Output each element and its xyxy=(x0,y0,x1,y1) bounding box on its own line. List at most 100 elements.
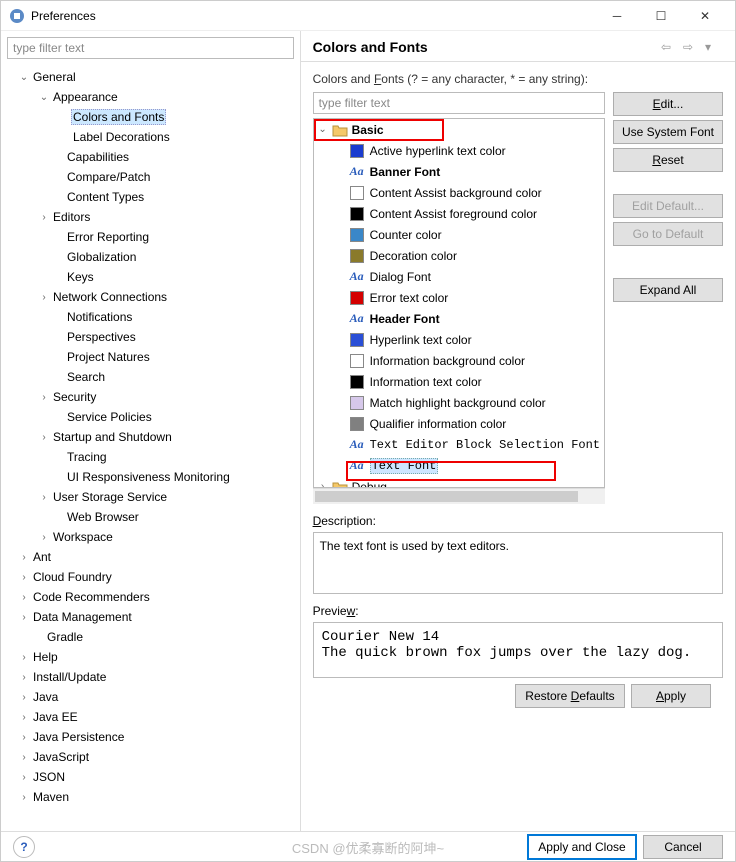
view-menu-icon[interactable]: ▾ xyxy=(705,40,723,54)
chevron-right-icon: › xyxy=(37,492,51,503)
tree-item[interactable]: ›Data Management xyxy=(1,607,300,627)
colors-fonts-item[interactable]: Information text color xyxy=(314,371,604,392)
tree-item-label: Security xyxy=(51,389,98,405)
apply-and-close-button[interactable]: Apply and Close xyxy=(527,834,637,860)
tree-item[interactable]: ›Java EE xyxy=(1,707,300,727)
color-swatch-icon xyxy=(350,333,364,347)
tree-item-label: Java xyxy=(31,689,60,705)
description-box: The text font is used by text editors. xyxy=(313,532,723,594)
tree-item[interactable]: Error Reporting xyxy=(1,227,300,247)
tree-item[interactable]: Search xyxy=(1,367,300,387)
tree-item[interactable]: ›Maven xyxy=(1,787,300,807)
tree-item-label: General xyxy=(31,69,78,85)
reset-button[interactable]: Reset xyxy=(613,148,723,172)
colors-fonts-item[interactable]: Active hyperlink text color xyxy=(314,140,604,161)
tree-item[interactable]: Project Natures xyxy=(1,347,300,367)
tree-item[interactable]: ›User Storage Service xyxy=(1,487,300,507)
colors-fonts-item[interactable]: ›Debug xyxy=(314,476,604,488)
tree-item[interactable]: ›Java xyxy=(1,687,300,707)
tree-item[interactable]: Keys xyxy=(1,267,300,287)
horizontal-scrollbar[interactable] xyxy=(313,488,605,504)
settings-pane: Colors and Fonts ⇦ ⇨ ▾ Colors and Fonts … xyxy=(301,31,735,831)
item-label: Content Assist background color xyxy=(370,186,542,200)
tree-item[interactable]: ›Workspace xyxy=(1,527,300,547)
color-swatch-icon xyxy=(350,375,364,389)
tree-item[interactable]: ›Editors xyxy=(1,207,300,227)
tree-item[interactable]: Capabilities xyxy=(1,147,300,167)
close-button[interactable]: ✕ xyxy=(683,1,727,31)
colors-fonts-item[interactable]: Information background color xyxy=(314,350,604,371)
preferences-tree[interactable]: ⌄General⌄AppearanceColors and FontsLabel… xyxy=(1,65,300,831)
chevron-right-icon: › xyxy=(17,652,31,663)
tree-item-label: JSON xyxy=(31,769,67,785)
tree-item-label: Java EE xyxy=(31,709,80,725)
tree-item[interactable]: ›Security xyxy=(1,387,300,407)
tree-item[interactable]: ›JavaScript xyxy=(1,747,300,767)
colors-fonts-item[interactable]: Hyperlink text color xyxy=(314,329,604,350)
colors-fonts-item[interactable]: Qualifier information color xyxy=(314,413,604,434)
colors-fonts-item[interactable]: Counter color xyxy=(314,224,604,245)
colors-fonts-item[interactable]: AaHeader Font xyxy=(314,308,604,329)
chevron-right-icon: › xyxy=(37,532,51,543)
tree-item[interactable]: ›Ant xyxy=(1,547,300,567)
tree-item[interactable]: Service Policies xyxy=(1,407,300,427)
colors-fonts-item[interactable]: Decoration color xyxy=(314,245,604,266)
colors-fonts-item[interactable]: AaText Editor Block Selection Font xyxy=(314,434,604,455)
tree-item[interactable]: ›JSON xyxy=(1,767,300,787)
tree-item[interactable]: ›Install/Update xyxy=(1,667,300,687)
apply-button[interactable]: Apply xyxy=(631,684,711,708)
tree-item[interactable]: ›Cloud Foundry xyxy=(1,567,300,587)
colors-fonts-item[interactable]: Error text color xyxy=(314,287,604,308)
tree-item[interactable]: ⌄Appearance xyxy=(1,87,300,107)
edit-button[interactable]: Edit... xyxy=(613,92,723,116)
cancel-button[interactable]: Cancel xyxy=(643,835,723,859)
tree-item[interactable]: Label Decorations xyxy=(1,127,300,147)
colors-fonts-item[interactable]: AaDialog Font xyxy=(314,266,604,287)
tree-item[interactable]: Notifications xyxy=(1,307,300,327)
folder-icon xyxy=(332,123,348,137)
chevron-right-icon: › xyxy=(17,572,31,583)
tree-item[interactable]: ›Help xyxy=(1,647,300,667)
tree-item-label: Search xyxy=(65,369,107,385)
colors-fonts-item[interactable]: Content Assist foreground color xyxy=(314,203,604,224)
tree-item-label: Install/Update xyxy=(31,669,108,685)
use-system-font-button[interactable]: Use System Font xyxy=(613,120,723,144)
colors-fonts-item[interactable]: AaText Font xyxy=(314,455,604,476)
item-label: Information text color xyxy=(370,375,482,389)
colors-fonts-filter-input[interactable]: type filter text xyxy=(313,92,605,114)
tree-item-label: Network Connections xyxy=(51,289,169,305)
tree-item-label: User Storage Service xyxy=(51,489,169,505)
tree-item-label: Web Browser xyxy=(65,509,141,525)
tree-item[interactable]: Compare/Patch xyxy=(1,167,300,187)
tree-item[interactable]: ›Network Connections xyxy=(1,287,300,307)
maximize-button[interactable]: ☐ xyxy=(639,1,683,31)
colors-fonts-tree[interactable]: ⌄BasicActive hyperlink text colorAaBanne… xyxy=(313,118,605,488)
tree-item[interactable]: Colors and Fonts xyxy=(1,107,300,127)
tree-item[interactable]: ›Code Recommenders xyxy=(1,587,300,607)
tree-item[interactable]: ⌄General xyxy=(1,67,300,87)
chevron-right-icon: › xyxy=(17,752,31,763)
help-button[interactable]: ? xyxy=(13,836,35,858)
tree-item-label: Workspace xyxy=(51,529,115,545)
colors-fonts-item[interactable]: ⌄Basic xyxy=(314,119,604,140)
expand-all-button[interactable]: Expand All xyxy=(613,278,723,302)
nav-forward-icon[interactable]: ⇨ xyxy=(683,40,701,54)
minimize-button[interactable]: ─ xyxy=(595,1,639,31)
tree-item[interactable]: Content Types xyxy=(1,187,300,207)
tree-item[interactable]: Perspectives xyxy=(1,327,300,347)
tree-item[interactable]: ›Java Persistence xyxy=(1,727,300,747)
tree-item[interactable]: Web Browser xyxy=(1,507,300,527)
window-icon xyxy=(9,8,25,24)
colors-fonts-item[interactable]: Match highlight background color xyxy=(314,392,604,413)
tree-item[interactable]: Gradle xyxy=(1,627,300,647)
colors-fonts-item[interactable]: AaBanner Font xyxy=(314,161,604,182)
restore-defaults-button[interactable]: Restore Defaults xyxy=(515,684,625,708)
tree-item[interactable]: Globalization xyxy=(1,247,300,267)
colors-fonts-item[interactable]: Content Assist background color xyxy=(314,182,604,203)
nav-back-icon[interactable]: ⇦ xyxy=(661,40,679,54)
tree-item[interactable]: UI Responsiveness Monitoring xyxy=(1,467,300,487)
left-filter-input[interactable]: type filter text xyxy=(7,37,294,59)
preview-box: Courier New 14 The quick brown fox jumps… xyxy=(313,622,723,678)
tree-item[interactable]: ›Startup and Shutdown xyxy=(1,427,300,447)
tree-item[interactable]: Tracing xyxy=(1,447,300,467)
